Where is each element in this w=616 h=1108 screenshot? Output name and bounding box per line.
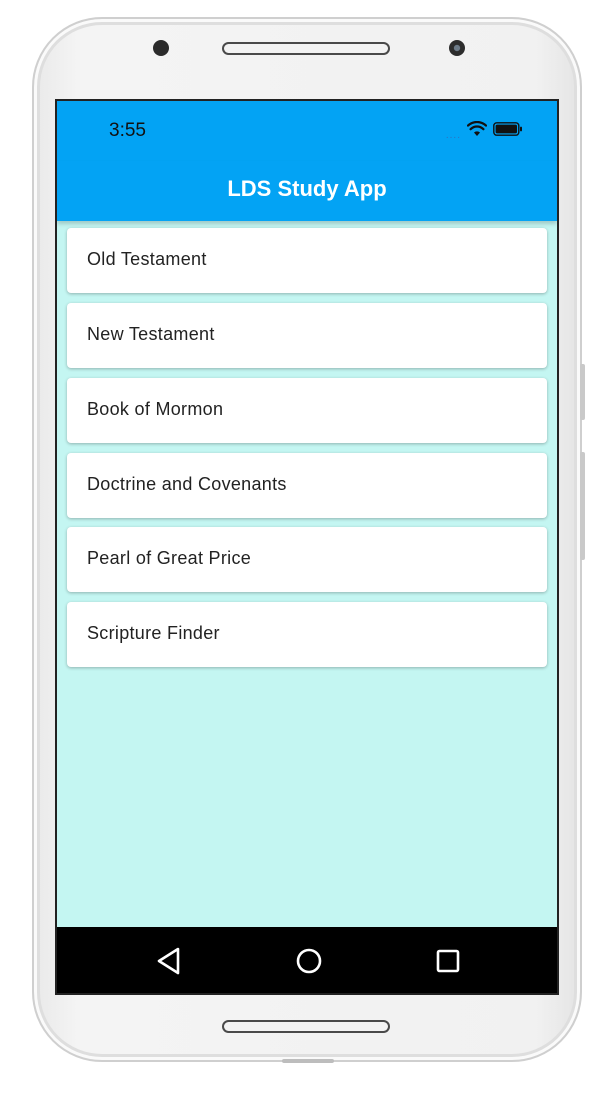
menu-item-doctrine-and-covenants[interactable]: Doctrine and Covenants (67, 453, 547, 518)
earpiece-speaker (222, 42, 390, 55)
menu-list: Old Testament New Testament Book of Morm… (57, 221, 557, 927)
status-icons: .... (445, 120, 523, 142)
menu-item-old-testament[interactable]: Old Testament (67, 228, 547, 293)
menu-item-new-testament[interactable]: New Testament (67, 303, 547, 368)
menu-item-scripture-finder[interactable]: Scripture Finder (67, 602, 547, 667)
menu-item-label: Pearl of Great Price (87, 548, 252, 568)
proximity-sensor-icon (449, 40, 465, 56)
page-title: LDS Study App (227, 176, 387, 201)
power-button (580, 452, 585, 560)
menu-item-label: Old Testament (87, 249, 207, 269)
system-nav-bar (57, 927, 557, 993)
phone-screen: 3:55 .... LDS Study App Old Testament Ne… (55, 99, 559, 995)
front-camera-icon (153, 40, 169, 56)
menu-item-label: Doctrine and Covenants (87, 474, 287, 494)
menu-item-book-of-mormon[interactable]: Book of Mormon (67, 378, 547, 443)
status-bar: 3:55 .... (57, 101, 557, 161)
volume-button (580, 364, 585, 420)
status-time: 3:55 (109, 120, 146, 141)
menu-item-label: New Testament (87, 324, 215, 344)
back-icon[interactable] (153, 945, 185, 977)
battery-icon (493, 122, 523, 141)
menu-item-label: Scripture Finder (87, 623, 220, 643)
recent-apps-icon[interactable] (432, 945, 464, 977)
menu-item-label: Book of Mormon (87, 399, 224, 419)
app-bar: LDS Study App (57, 161, 557, 221)
wifi-icon (466, 120, 488, 142)
bottom-edge-detail (282, 1059, 334, 1063)
menu-item-pearl-of-great-price[interactable]: Pearl of Great Price (67, 527, 547, 592)
signal-dots: .... (445, 129, 461, 141)
bottom-speaker (222, 1020, 390, 1033)
home-icon[interactable] (293, 945, 325, 977)
